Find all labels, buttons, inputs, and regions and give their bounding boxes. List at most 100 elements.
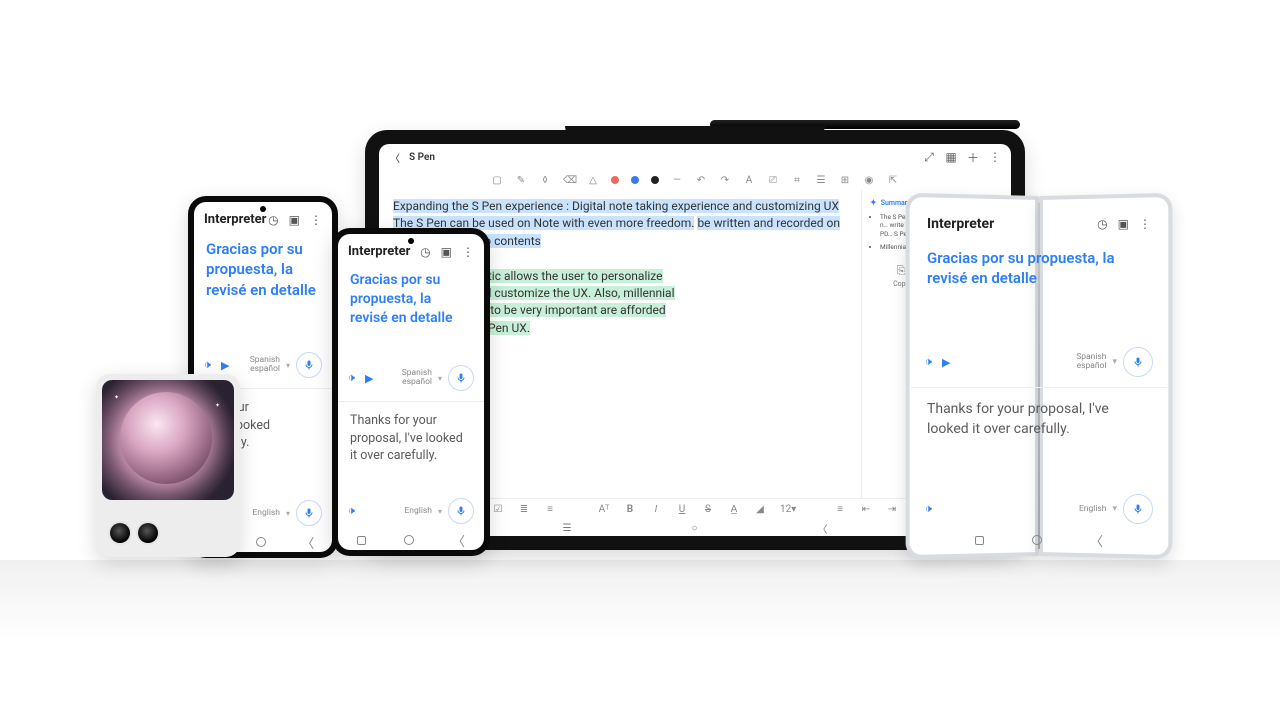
nav-home-icon[interactable]: [256, 537, 266, 547]
mic-button[interactable]: [1123, 494, 1153, 524]
tool-g-icon[interactable]: ⇱: [887, 175, 899, 186]
nav-recents-icon[interactable]: [357, 536, 366, 545]
undo-icon[interactable]: ↶: [695, 175, 707, 186]
tool-f-icon[interactable]: ◉: [863, 175, 875, 186]
chevron-down-icon[interactable]: ▾: [286, 509, 290, 518]
fmt-indent-in-icon[interactable]: ⇥: [886, 504, 898, 515]
fmt-strike-icon[interactable]: S: [702, 504, 714, 515]
original-text: Thanks for your proposal, I've looked it…: [911, 392, 1167, 447]
nav-back-icon[interactable]: 〈: [301, 533, 314, 552]
play-icon[interactable]: ▶: [365, 372, 373, 385]
tool-text-icon[interactable]: ▢: [491, 175, 503, 186]
chevron-down-icon[interactable]: ▾: [438, 507, 442, 516]
nav-back-icon[interactable]: 〈: [452, 531, 465, 550]
target-language-label[interactable]: English: [1079, 505, 1107, 514]
front-camera: [408, 238, 414, 244]
translated-text: Gracias por su propuesta, la revisé en d…: [194, 233, 332, 310]
history-icon[interactable]: ◷: [268, 213, 278, 227]
nav-home-icon[interactable]: [404, 535, 414, 545]
source-language-label[interactable]: Spanish español: [1076, 353, 1106, 371]
reader-icon[interactable]: ▦: [945, 150, 957, 164]
speaker-icon[interactable]: 🕩: [925, 355, 932, 369]
speaker-icon[interactable]: 🕩: [348, 371, 355, 385]
mic-button[interactable]: [1123, 347, 1153, 377]
pip-icon[interactable]: ▣: [1118, 217, 1129, 231]
speaker-icon[interactable]: 🕩: [204, 358, 211, 372]
flip-cameras: [110, 523, 158, 543]
app-title: Interpreter: [348, 244, 410, 259]
speaker-icon[interactable]: 🕩: [925, 502, 932, 516]
source-language-label[interactable]: Spanish español: [402, 369, 432, 387]
fmt-numbers-icon[interactable]: ≡: [544, 504, 556, 515]
mic-button[interactable]: [448, 365, 474, 391]
tool-d-icon[interactable]: ☰: [815, 175, 827, 186]
fmt-color-icon[interactable]: A̲: [728, 504, 740, 515]
fmt-bullets-icon[interactable]: ≣: [518, 504, 530, 515]
redo-icon[interactable]: ↷: [719, 175, 731, 186]
tablet-notch: [565, 126, 825, 136]
tool-eraser-icon[interactable]: ⌫: [563, 175, 575, 186]
camera-lens: [110, 523, 130, 543]
color-swatch-red[interactable]: [611, 176, 619, 184]
tool-a-icon[interactable]: A: [743, 175, 755, 186]
mic-button[interactable]: [296, 500, 322, 526]
notes-pen-toolbar: ▢ ✎ ◊ ⌫ △ — ↶ ↷ A ⎚ ⌗ ☰ ⊞ ◉ ⇱: [379, 170, 1011, 190]
chevron-down-icon[interactable]: ▾: [1112, 357, 1117, 367]
floor-reflection: [0, 560, 1280, 640]
more-icon[interactable]: ⋮: [1139, 217, 1151, 231]
more-icon[interactable]: ⋮: [310, 213, 322, 227]
nav-home-icon[interactable]: ○: [691, 523, 697, 534]
nav-recents-icon[interactable]: [975, 536, 984, 545]
nav-back-icon[interactable]: 〈: [818, 521, 828, 536]
fmt-highlight-icon[interactable]: ◢: [754, 504, 766, 515]
target-language-label[interactable]: English: [404, 507, 432, 516]
source-language-label[interactable]: Spanish español: [250, 356, 280, 374]
fmt-italic-icon[interactable]: I: [650, 504, 662, 515]
fmt-underline-icon[interactable]: U: [676, 504, 688, 515]
speaker-icon[interactable]: 🕩: [348, 504, 355, 518]
target-language-label[interactable]: English: [252, 509, 280, 518]
more-icon[interactable]: ⋮: [462, 245, 474, 259]
mic-button[interactable]: [448, 498, 474, 524]
fmt-checklist-icon[interactable]: ☑: [492, 504, 504, 515]
chevron-down-icon[interactable]: ▾: [1112, 504, 1117, 514]
nav-back-icon[interactable]: 〈: [1090, 531, 1103, 550]
tool-pen-icon[interactable]: ✎: [515, 175, 527, 186]
flip-cover-screen[interactable]: [102, 380, 234, 500]
back-icon[interactable]: 〈: [389, 150, 401, 165]
original-text: Thanks for your proposal, I've looked it…: [338, 406, 484, 471]
tool-highlighter-icon[interactable]: ◊: [539, 175, 551, 186]
chevron-down-icon[interactable]: ▾: [286, 361, 290, 370]
tool-shape-icon[interactable]: △: [587, 175, 599, 186]
color-swatch-black[interactable]: [651, 176, 659, 184]
wallpaper-sphere: [120, 392, 212, 484]
nav-home-icon[interactable]: [1032, 535, 1042, 545]
history-icon[interactable]: ◷: [1097, 217, 1107, 231]
tool-e-icon[interactable]: ⊞: [839, 175, 851, 186]
play-icon[interactable]: ▶: [942, 356, 950, 369]
fold-device: Interpreter ◷ ▣ ⋮ Gracias por su propues…: [905, 196, 1173, 556]
tool-line-icon[interactable]: —: [671, 175, 683, 186]
flip-phone: [96, 374, 240, 557]
phone-small: Interpreter ◷ ▣ ⋮ Gracias por su propues…: [332, 228, 490, 556]
phone-small-screen: Interpreter ◷ ▣ ⋮ Gracias por su propues…: [338, 234, 484, 550]
tool-b-icon[interactable]: ⎚: [767, 175, 779, 186]
fmt-bold-icon[interactable]: B: [624, 504, 636, 515]
mic-button[interactable]: [296, 352, 322, 378]
play-icon[interactable]: ▶: [221, 359, 229, 372]
expand-icon[interactable]: ⤢: [923, 150, 935, 165]
more-icon[interactable]: ⋮: [989, 150, 1001, 164]
android-nav-bar: 〈: [911, 530, 1167, 550]
chevron-down-icon[interactable]: ▾: [438, 374, 442, 383]
add-icon[interactable]: ＋: [967, 149, 979, 166]
pip-icon[interactable]: ▣: [441, 245, 452, 259]
fmt-font-icon[interactable]: Aᵀ: [598, 504, 610, 515]
pip-icon[interactable]: ▣: [289, 213, 300, 227]
fmt-indent-out-icon[interactable]: ⇤: [860, 504, 872, 515]
nav-recents-icon[interactable]: ☰: [562, 523, 571, 534]
history-icon[interactable]: ◷: [420, 245, 430, 259]
color-swatch-blue[interactable]: [631, 176, 639, 184]
fmt-size-icon[interactable]: 12▾: [780, 504, 792, 515]
tool-c-icon[interactable]: ⌗: [791, 175, 803, 186]
fmt-align-left-icon[interactable]: ≡: [834, 504, 846, 515]
